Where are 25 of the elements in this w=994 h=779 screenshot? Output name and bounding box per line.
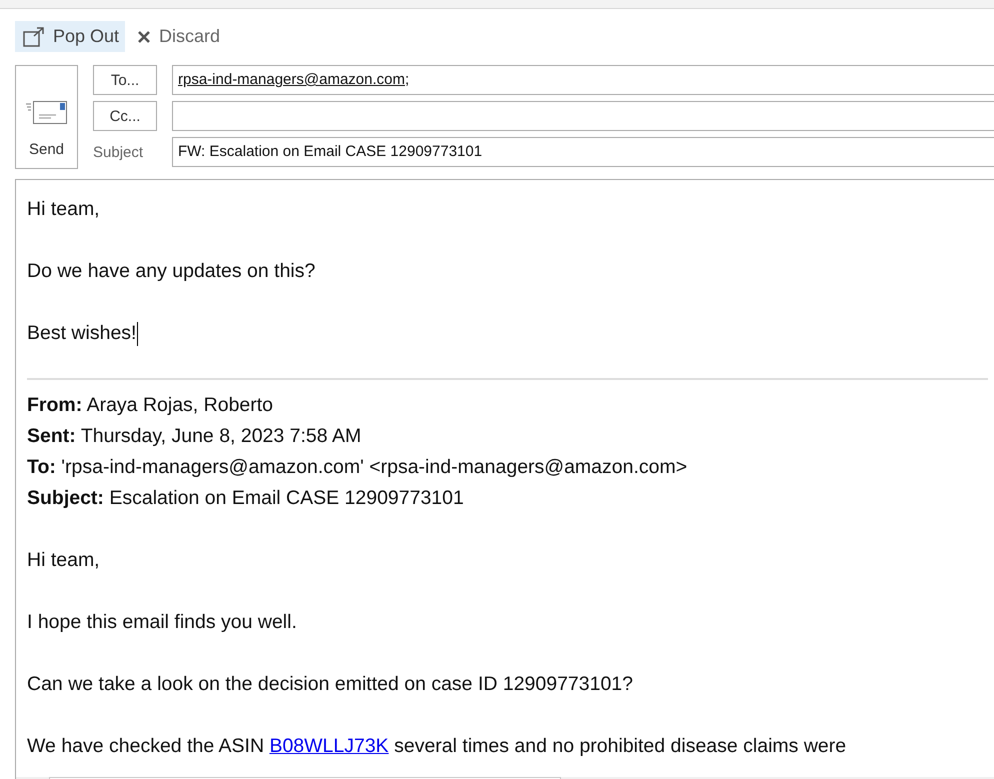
- quoted-header-line: Sent: Thursday, June 8, 2023 7:58 AM: [27, 424, 362, 449]
- asin-link[interactable]: B08WLLJ73K: [269, 735, 389, 757]
- close-icon: [137, 30, 152, 44]
- cc-field[interactable]: [172, 101, 994, 131]
- cc-button[interactable]: Cc...: [93, 101, 157, 131]
- body-paragraph: Best wishes!: [27, 320, 140, 348]
- pop-out-icon: [23, 26, 45, 46]
- discard-button[interactable]: Discard: [129, 21, 226, 52]
- body-paragraph: Do we have any updates on this?: [27, 259, 316, 284]
- body-paragraph: Hi team,: [27, 197, 101, 222]
- quoted-header-line: To: 'rpsa-ind-managers@amazon.com' <rpsa-ind-managers@amazon.com>: [27, 455, 688, 480]
- quoted-header-line: From: Araya Rojas, Roberto: [27, 393, 274, 418]
- message-body[interactable]: [15, 179, 994, 779]
- envelope-icon: [26, 101, 68, 125]
- quoted-paragraph: I hope this email finds you well.: [27, 610, 298, 635]
- subject-field[interactable]: FW: Escalation on Email CASE 12909773101: [172, 137, 994, 167]
- pop-out-button[interactable]: Pop Out: [15, 21, 126, 52]
- to-button[interactable]: To...: [93, 65, 157, 95]
- to-field[interactable]: rpsa-ind-managers@amazon.com;: [172, 65, 994, 95]
- send-button[interactable]: Send: [15, 65, 78, 169]
- quoted-paragraph: We have checked the ASIN B08WLLJ73K several times and no prohibited disease claims were: [27, 734, 848, 759]
- quoted-header-line: Subject: Escalation on Email CASE 12909773101: [27, 486, 465, 511]
- quoted-paragraph: Can we take a look on the decision emitted on case ID 12909773101?: [27, 672, 634, 697]
- subject-label: Subject: [93, 144, 144, 160]
- quoted-paragraph: Hi team,: [27, 548, 101, 573]
